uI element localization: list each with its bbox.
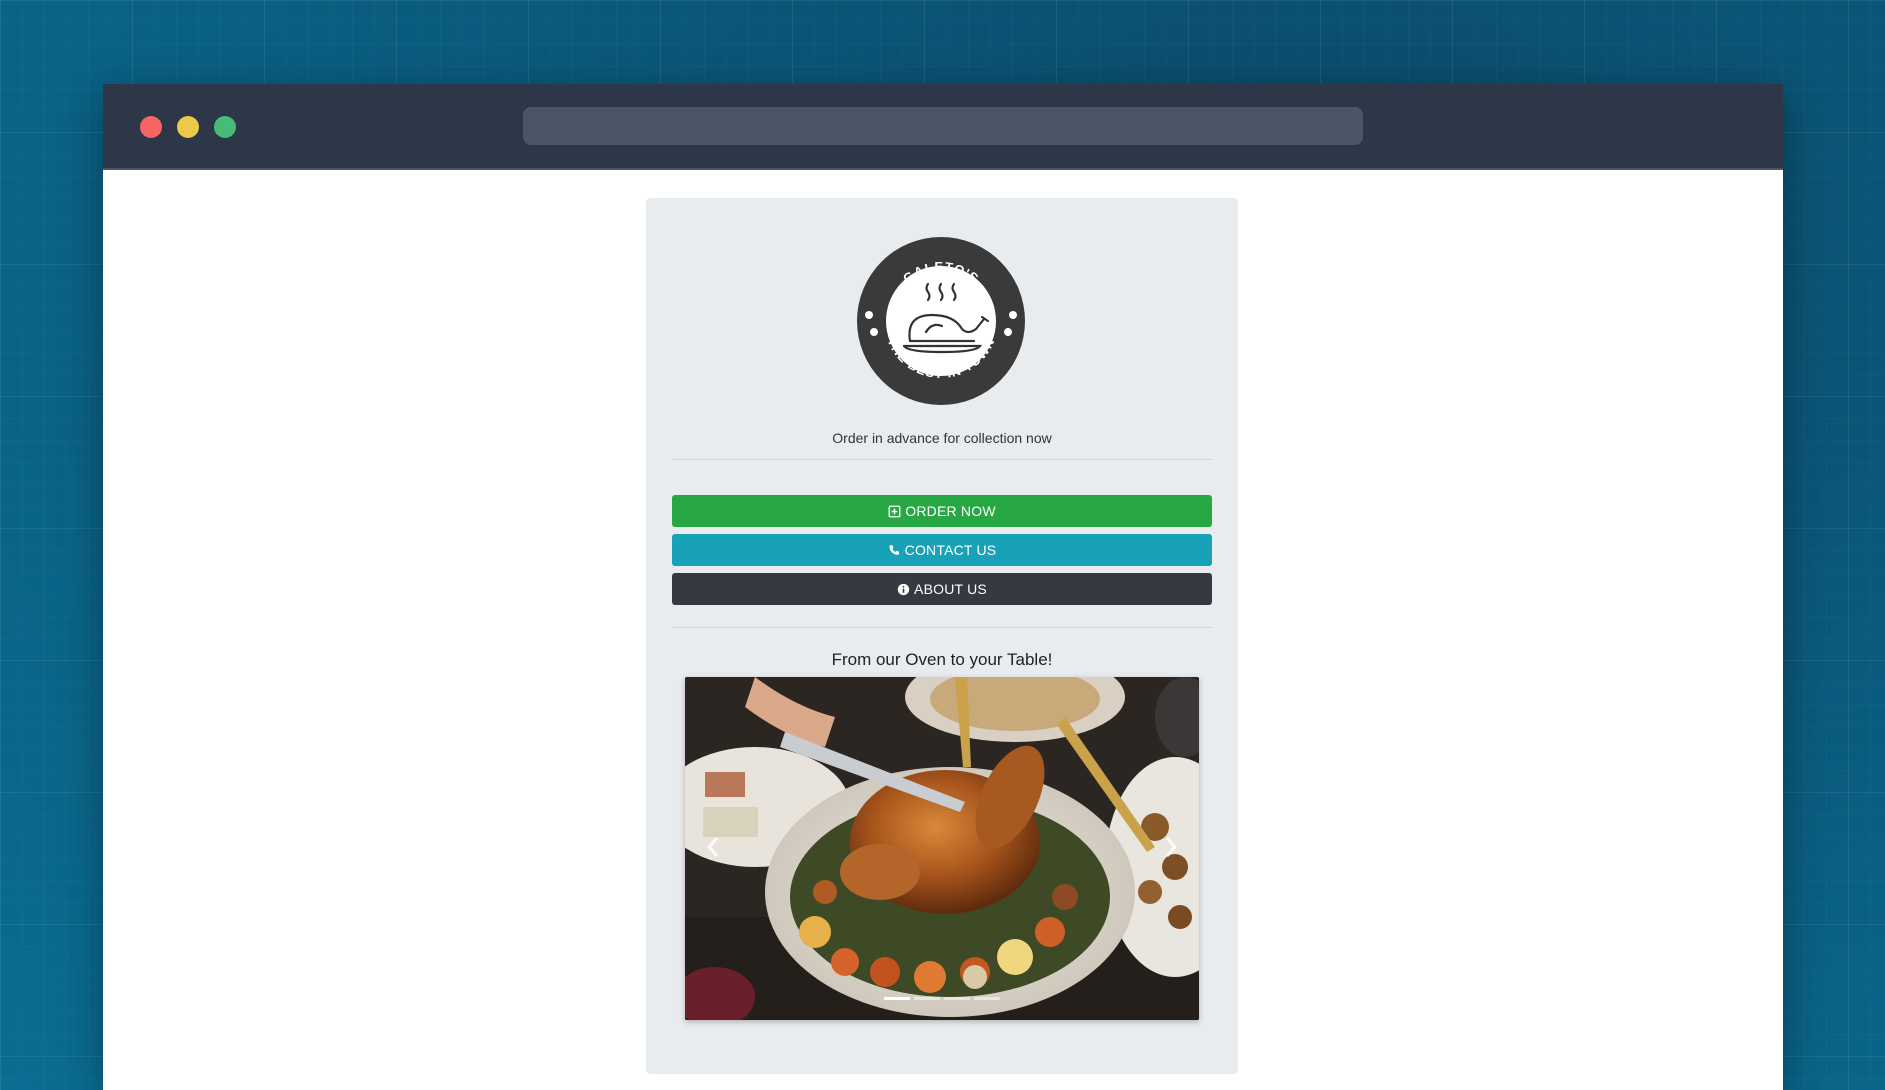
chevron-left-icon — [706, 837, 719, 857]
divider — [672, 459, 1212, 460]
galetos-logo: GALETO'S THE BEST IN TOWN — [857, 237, 1025, 405]
carousel-prev-button[interactable] — [693, 817, 733, 877]
close-window-button[interactable] — [140, 116, 162, 138]
tagline-text: Order in advance for collection now — [832, 430, 1052, 446]
divider — [672, 627, 1212, 628]
order-now-button[interactable]: ORDER NOW — [672, 495, 1212, 527]
browser-titlebar — [103, 84, 1783, 170]
carousel-indicators — [685, 997, 1199, 1000]
address-bar[interactable] — [523, 107, 1363, 145]
contact-us-label: CONTACT US — [904, 542, 997, 558]
phone-icon — [889, 544, 899, 555]
info-circle-icon — [897, 583, 910, 595]
minimize-window-button[interactable] — [177, 116, 199, 138]
carousel-indicator[interactable] — [884, 997, 910, 1000]
carousel-indicator[interactable] — [914, 997, 940, 1000]
maximize-window-button[interactable] — [214, 116, 236, 138]
about-us-button[interactable]: ABOUT US — [672, 573, 1212, 605]
order-now-label: ORDER NOW — [905, 503, 996, 519]
carousel-title: From our Oven to your Table! — [831, 650, 1053, 669]
carousel-indicator[interactable] — [944, 997, 970, 1000]
roast-chicken-photo — [685, 677, 1199, 1020]
plus-square-icon — [888, 505, 901, 517]
about-us-label: ABOUT US — [914, 581, 987, 597]
carousel-indicator[interactable] — [974, 997, 1000, 1000]
main-card: GALETO'S THE BEST IN TOWN Order in advan… — [646, 198, 1238, 1074]
browser-window: GALETO'S THE BEST IN TOWN Order in advan… — [103, 84, 1783, 1090]
food-carousel[interactable] — [685, 677, 1199, 1020]
carousel-next-button[interactable] — [1151, 817, 1191, 877]
chevron-right-icon — [1165, 837, 1178, 857]
contact-us-button[interactable]: CONTACT US — [672, 534, 1212, 566]
